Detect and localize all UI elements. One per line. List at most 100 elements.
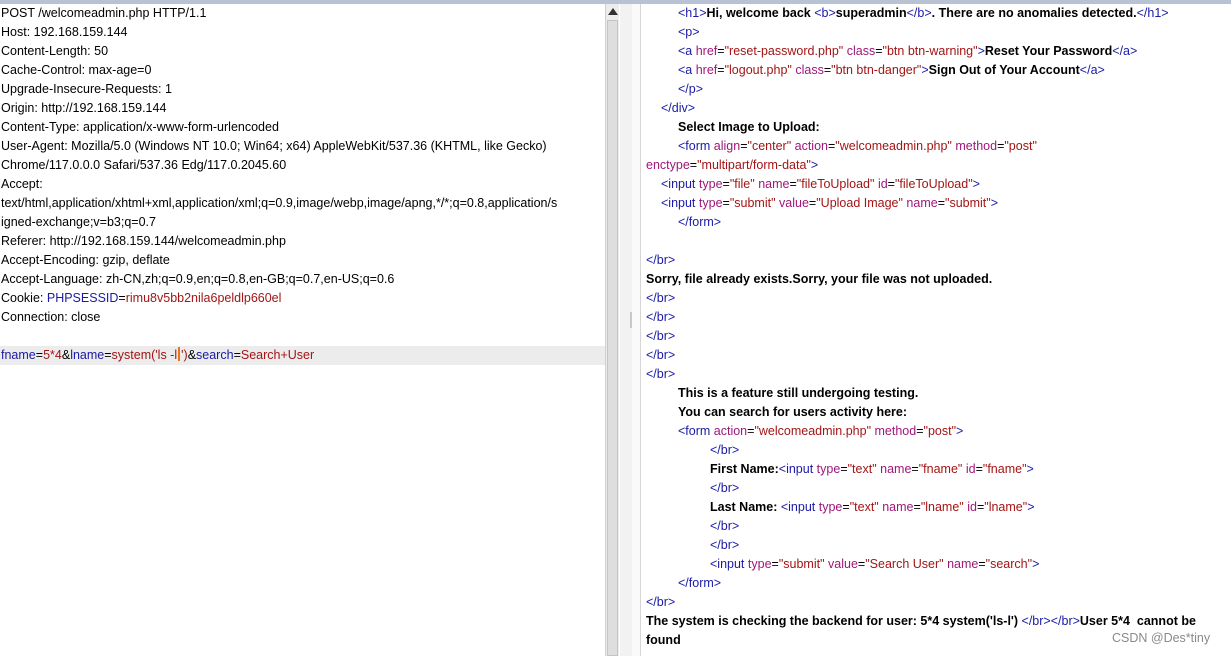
tag: > <box>956 424 964 438</box>
attr: method <box>955 139 998 153</box>
value: "text" <box>847 462 877 476</box>
attr: name <box>758 177 790 191</box>
eq: = <box>789 177 797 191</box>
attr: value <box>779 196 809 210</box>
attr: value <box>828 557 858 571</box>
response-line: Last Name: <input type="text" name="lnam… <box>710 498 1035 517</box>
response-line: </br> <box>710 443 740 457</box>
eq: = <box>978 557 986 571</box>
value: "search" <box>985 557 1033 571</box>
header-accept-value: text/html,application/xhtml+xml,applicat… <box>1 196 558 210</box>
response-line: <form action="welcomeadmin.php" method="… <box>678 422 963 441</box>
response-scrollbar[interactable] <box>632 4 641 656</box>
tag: <input <box>710 557 748 571</box>
eq: = <box>842 500 850 514</box>
header-host: Host: 192.168.159.144 <box>1 25 128 39</box>
value: "fileToUpload" <box>796 177 875 191</box>
response-line: <form align="center" action="welcomeadmi… <box>678 137 1037 156</box>
value: "submit" <box>778 557 825 571</box>
header-connection: Connection: close <box>1 310 101 324</box>
value: "center" <box>747 139 792 153</box>
link-text: Sign Out of Your Account <box>928 63 1080 77</box>
response-line: You can search for users activity here: <box>678 405 908 419</box>
param-eq: = <box>233 348 241 362</box>
attr: name <box>882 500 914 514</box>
response-line: </br> <box>710 538 740 552</box>
eq: = <box>913 500 921 514</box>
param-eq: = <box>35 348 44 362</box>
tag: </b> <box>906 6 932 20</box>
username-text: superadmin <box>835 6 907 20</box>
eq: = <box>717 63 725 77</box>
value: "multipart/form-data" <box>697 158 811 172</box>
request-scrollbar[interactable] <box>605 4 619 656</box>
attr: name <box>906 196 938 210</box>
attr: name <box>947 557 979 571</box>
attr: enctype <box>646 158 690 172</box>
response-line: <h1>Hi, welcome back <b>superadmin</b>. … <box>678 4 1169 23</box>
tag: <form <box>678 139 714 153</box>
value: "Upload Image" <box>816 196 903 210</box>
tag: <input <box>661 196 699 210</box>
request-line: POST /welcomeadmin.php HTTP/1.1 <box>1 6 207 20</box>
response-line: Sorry, file already exists.Sorry, your f… <box>646 272 993 286</box>
response-line: enctype="multipart/form-data"> <box>646 156 818 175</box>
request-body[interactable]: fname=5*4&lname=system('ls -l ')&search=S… <box>1 346 314 365</box>
label-text: First Name: <box>710 462 779 476</box>
param-eq: = <box>104 348 112 362</box>
attr: id <box>877 177 888 191</box>
response-line: </br> <box>710 481 740 495</box>
param-search-value: Search+User <box>240 348 315 362</box>
attr: id <box>965 462 976 476</box>
response-line: </p> <box>678 82 704 96</box>
pane-splitter[interactable] <box>620 4 632 656</box>
tag: <h1> <box>678 6 707 20</box>
cookie-key: PHPSESSID <box>46 291 119 305</box>
tag: <a <box>678 44 696 58</box>
request-editor[interactable]: POST /welcomeadmin.php HTTP/1.1 Host: 19… <box>0 4 605 656</box>
response-viewer[interactable]: <h1>Hi, welcome back <b>superadmin</b>. … <box>641 4 1231 656</box>
attr: class <box>795 63 824 77</box>
attr: type <box>747 557 772 571</box>
label-text: Last Name: <box>710 500 781 514</box>
tag: > <box>921 63 929 77</box>
param-lname-value: system('ls -l <box>111 348 178 362</box>
tag: </h1> <box>1136 6 1169 20</box>
value: "submit" <box>729 196 776 210</box>
param-fname-value: 5*4 <box>43 348 62 362</box>
attr: type <box>818 500 843 514</box>
response-line: First Name:<input type="text" name="fnam… <box>710 460 1034 479</box>
value: "fname" <box>918 462 963 476</box>
eq: = <box>722 196 730 210</box>
header-referer: Referer: http://192.168.159.144/welcomea… <box>1 234 286 248</box>
tag: </br> <box>1050 614 1080 628</box>
scrollbar-thumb[interactable] <box>607 20 618 656</box>
watermark: CSDN @Des*tiny <box>1112 631 1211 645</box>
attr: type <box>698 196 723 210</box>
attr: action <box>794 139 828 153</box>
value: "logout.php" <box>724 63 792 77</box>
cookie-label: Cookie: <box>1 291 47 305</box>
tag: <form <box>678 424 714 438</box>
eq: = <box>722 177 730 191</box>
tag: <a <box>678 63 696 77</box>
output-text: User 5*4 cannot be <box>1079 614 1196 628</box>
value: "reset-password.php" <box>724 44 844 58</box>
header-cookie: Cookie: PHPSESSID=rimu8v5bb2nila6peldlp6… <box>1 289 281 308</box>
eq: = <box>771 557 779 571</box>
eq: = <box>911 462 919 476</box>
attr: class <box>846 44 876 58</box>
eq: = <box>740 139 748 153</box>
header-cache-control: Cache-Control: max-age=0 <box>1 63 152 77</box>
scroll-up-arrow-icon[interactable] <box>608 8 618 15</box>
response-line: <a href="logout.php" class="btn btn-dang… <box>678 61 1105 80</box>
attr: align <box>713 139 741 153</box>
param-fname-key: fname <box>1 348 36 362</box>
value: "fileToUpload" <box>894 177 973 191</box>
response-line: </br> <box>646 595 676 609</box>
response-line: The system is checking the backend for u… <box>646 612 1196 631</box>
text-cursor <box>178 347 181 361</box>
response-line: <a href="reset-password.php" class="btn … <box>678 42 1137 61</box>
value: "file" <box>729 177 755 191</box>
tag: <b> <box>814 6 836 20</box>
